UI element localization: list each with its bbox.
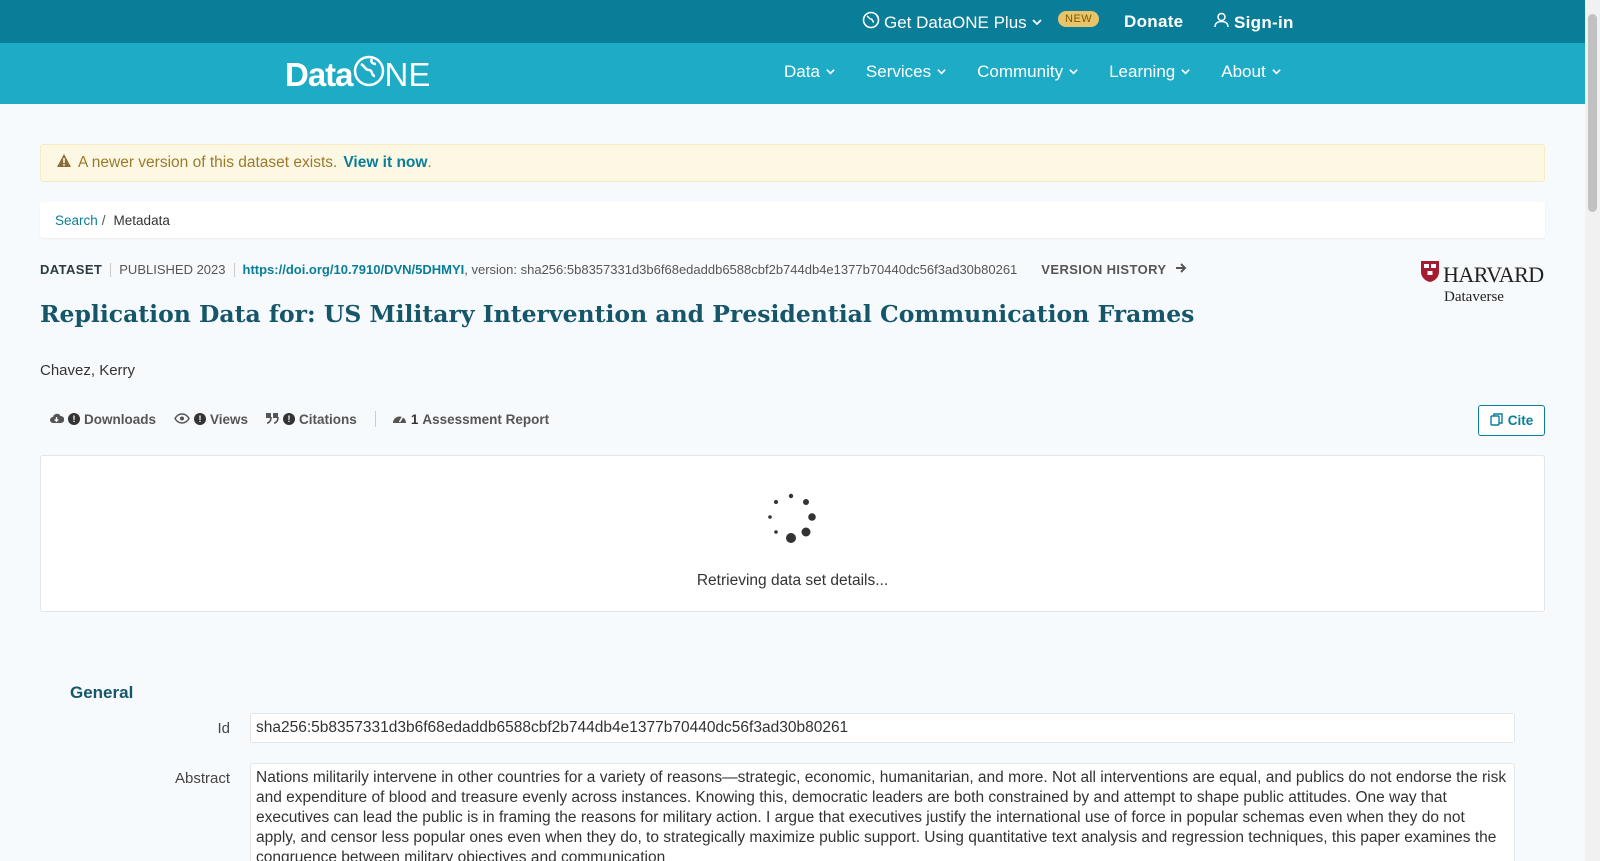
get-dataone-plus-label: Get DataONE Plus [884,12,1027,32]
id-value-field[interactable]: sha256:5b8357331d3b6f68edaddb6588cbf2b74… [250,713,1515,743]
breadcrumb-current: Metadata [113,212,170,228]
nav-item-data[interactable]: Data [784,62,836,82]
repository-sub: Dataverse [1444,289,1504,305]
metrics-divider [374,411,376,427]
breadcrumb-search-link[interactable]: Search [55,213,98,228]
alert-period: . [427,154,432,171]
downloads-label: Downloads [84,411,157,427]
alert-text: A newer version of this dataset exists. [78,154,338,171]
dataset-type-label: DATASET [40,262,103,277]
citations-metric[interactable]: ! Citations [266,412,357,427]
page-scrollbar[interactable] [1585,0,1600,861]
new-badge: NEW [1058,11,1100,27]
id-label: Id [217,720,230,737]
chevron-down-icon [1031,13,1043,33]
nav-item-label: Services [865,62,932,81]
loading-text: Retrieving data set details... [696,572,889,589]
assessment-count: 1 [410,411,419,427]
user-icon [1214,12,1229,33]
dataset-title: Replication Data for: US Military Interv… [40,300,1195,328]
meta-divider [233,262,235,277]
nav-item-services[interactable]: Services [866,62,947,82]
view-newer-version-link[interactable]: View it now [343,154,427,171]
dataset-details-loading-panel: Retrieving data set details... [40,455,1545,612]
repository-name: HARVARD [1443,261,1544,287]
top-utility-bar: Get DataONE Plus NEW Donate Sign-in [0,0,1585,43]
chevron-down-icon [1271,62,1282,82]
general-section-title: General [70,683,134,702]
nav-item-label: Data [784,62,820,81]
get-dataone-plus-menu[interactable]: Get DataONE Plus [862,11,1043,34]
main-navbar: Data NE Data Services Community Learning… [0,43,1585,104]
exclamation-icon: ! [194,413,207,425]
newer-version-alert: A newer version of this dataset exists. … [40,144,1545,182]
sign-in-label: Sign-in [1234,12,1294,32]
assessment-label: Assessment Report [422,411,550,427]
cloud-download-icon [49,412,65,427]
scrollbar-thumb[interactable] [1588,14,1597,212]
downloads-metric[interactable]: ! Downloads [49,412,156,427]
assessment-report-metric[interactable]: 1 Assessment Report [392,412,549,427]
nav-item-label: About [1221,62,1266,81]
abstract-value-field[interactable]: Nations militarily intervene in other co… [250,763,1515,861]
version-id: , version: sha256:5b8357331d3b6f68edaddb… [464,262,1018,277]
chevron-down-icon [936,62,947,82]
eye-icon [174,412,190,427]
logo-text-data: Data [285,56,354,93]
cite-label: Cite [1507,413,1534,428]
nav-item-label: Learning [1109,62,1176,81]
nav-item-about[interactable]: About [1221,62,1281,82]
nav-item-label: Community [977,62,1064,81]
nav-item-community[interactable]: Community [977,62,1079,82]
dashboard-gauge-icon [392,412,407,427]
citations-label: Citations [299,411,357,427]
abstract-label: Abstract [174,770,230,787]
donate-link[interactable]: Donate [1124,12,1183,32]
dataset-meta-line: DATASET PUBLISHED 2023 https://doi.org/1… [40,262,1187,277]
breadcrumb-separator: / [101,212,106,228]
exclamation-icon: ! [283,413,296,425]
harvard-dataverse-logo[interactable]: HARVARD Dataverse [1420,260,1545,306]
chevron-down-icon [1068,62,1079,82]
arrow-right-icon [1175,262,1187,277]
nav-menu: Data Services Community Learning About [784,62,1282,82]
views-label: Views [210,411,249,427]
published-year: PUBLISHED 2023 [119,262,226,277]
dataone-logo[interactable]: Data NE [285,55,430,95]
sign-in-link[interactable]: Sign-in [1214,12,1294,33]
doi-link[interactable]: https://doi.org/10.7910/DVN/5DHMYI [243,262,465,277]
warning-icon [56,153,72,173]
copy-icon [1490,412,1503,429]
loading-spinner-icon [768,493,816,543]
views-metric[interactable]: ! Views [174,412,248,427]
metrics-row: ! Downloads ! Views ! Citations 1 Assess… [49,411,567,427]
chevron-down-icon [825,62,836,82]
version-history-label: VERSION HISTORY [1041,262,1167,277]
nav-item-learning[interactable]: Learning [1109,62,1191,82]
breadcrumb: Search / Metadata [40,202,1545,238]
globe-logo-icon [353,55,385,95]
logo-text-ne: NE [384,56,431,93]
harvard-shield-icon [1420,260,1440,289]
version-history-link[interactable]: VERSION HISTORY [1041,262,1186,277]
exclamation-icon: ! [68,413,80,425]
globe-icon [862,11,880,34]
quote-icon [266,412,279,427]
chevron-down-icon [1180,62,1191,82]
meta-divider [110,262,112,277]
dataset-author: Chavez, Kerry [40,362,136,379]
cite-button[interactable]: Cite [1478,405,1545,436]
